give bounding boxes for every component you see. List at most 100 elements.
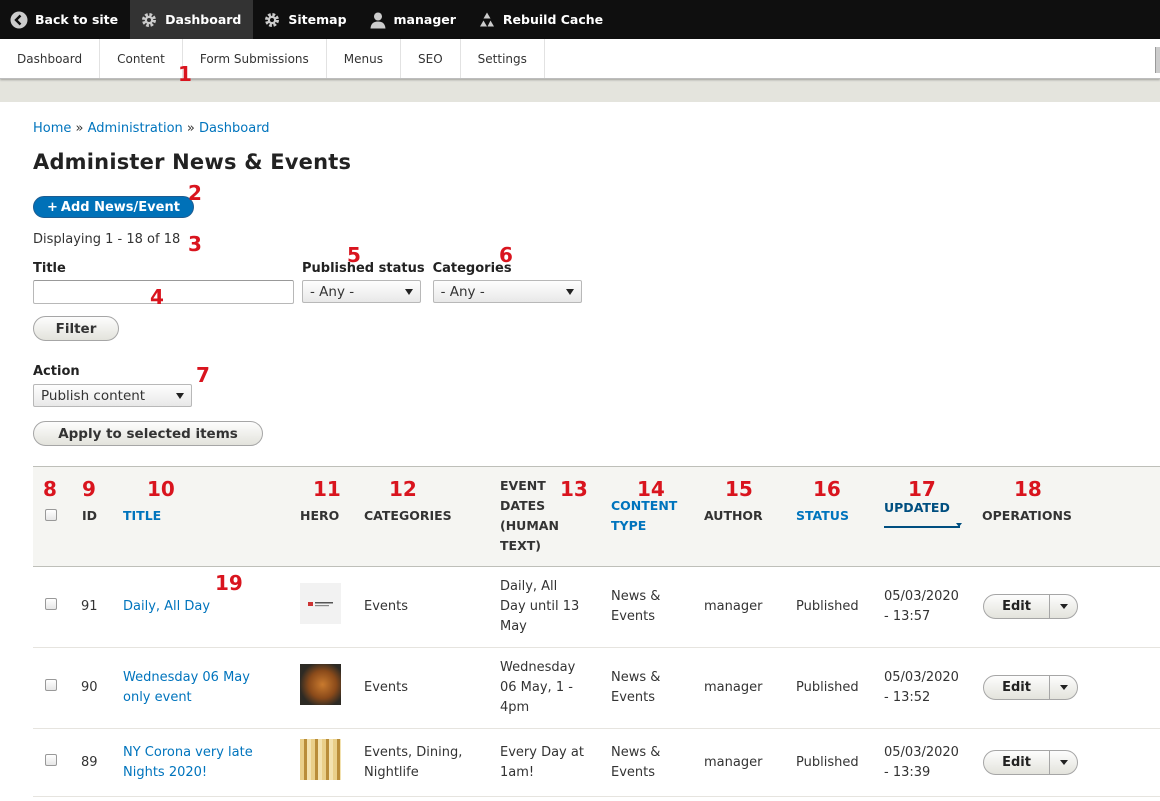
plus-icon: + [47, 199, 58, 215]
published-status-filter: Published status - Any - [302, 261, 425, 304]
row-updated-line: - 13:52 [884, 690, 931, 705]
row-categories: Events [364, 678, 408, 698]
chevron-down-icon [1059, 604, 1068, 609]
tray-item-content[interactable]: Content [100, 39, 183, 78]
content-table: ID TITLE HERO CATEGORIES EVENT DATES (HU… [33, 466, 1160, 797]
row-dates-line: 4pm [500, 700, 530, 715]
hero-image [300, 664, 341, 705]
table-header: ID TITLE HERO CATEGORIES EVENT DATES (HU… [33, 466, 1160, 567]
sort-indicator-icon [884, 523, 962, 528]
tray-item-form-submissions[interactable]: Form Submissions [183, 39, 327, 78]
row-event-dates: Daily, All Day until 13 May [500, 577, 579, 637]
annotation-number: 5 [347, 243, 361, 267]
toolbar-item-label: Back to site [35, 12, 119, 27]
exposed-filters: Title Published status - Any - Categorie… [33, 261, 1127, 304]
row-id: 90 [81, 680, 98, 695]
operations-dropdown-toggle[interactable] [1050, 676, 1077, 699]
filter-button[interactable]: Filter [33, 316, 119, 341]
row-type-line: News & [611, 670, 661, 685]
edit-button[interactable]: Edit [984, 676, 1050, 699]
header-hero: HERO [300, 508, 340, 523]
annotation-number: 2 [188, 181, 202, 205]
header-status[interactable]: STATUS [796, 506, 849, 526]
header-operations: OPERATIONS [982, 508, 1072, 523]
row-categories-line: Events, Dining, [364, 745, 463, 760]
row-type-line: Events [611, 609, 656, 624]
annotation-number: 4 [150, 285, 164, 309]
published-status-value: - Any - [310, 283, 355, 300]
published-status-select[interactable]: - Any - [302, 280, 421, 303]
row-title-line: Daily, All Day [123, 599, 211, 614]
chevron-down-icon [176, 392, 184, 399]
add-news-event-button[interactable]: + Add News/Event [33, 196, 194, 218]
row-id: 91 [81, 599, 98, 614]
row-categories: Events, Dining, Nightlife [364, 743, 462, 783]
operations-dropdown-toggle[interactable] [1050, 595, 1077, 618]
tray-item-seo[interactable]: SEO [401, 39, 461, 78]
row-title-line: Nights 2020! [123, 765, 208, 780]
row-status: Published [796, 680, 859, 695]
gear-icon [263, 11, 281, 29]
row-title[interactable]: Daily, All Day [123, 597, 210, 617]
toolbar-item-label: Rebuild Cache [502, 12, 604, 27]
table-row: 90 Wednesday 06 May only event Events We… [33, 648, 1160, 729]
annotation-number: 17 [908, 477, 936, 501]
row-categories-line: Events [364, 680, 409, 695]
toolbar-rebuild-cache[interactable]: Rebuild Cache [468, 0, 615, 39]
toolbar-tray: Dashboard Content Form Submissions Menus… [0, 39, 1160, 79]
tray-item-menus[interactable]: Menus [327, 39, 401, 78]
header-band [0, 79, 1160, 102]
tray-orientation-toggle[interactable] [1155, 47, 1160, 73]
action-select[interactable]: Publish content [33, 384, 192, 407]
categories-filter: Categories - Any - [432, 261, 582, 304]
edit-button[interactable]: Edit [984, 595, 1050, 618]
row-checkbox[interactable] [45, 754, 57, 766]
row-type-line: News & [611, 745, 661, 760]
edit-button[interactable]: Edit [984, 751, 1050, 774]
chevron-down-icon [1059, 685, 1068, 690]
row-checkbox[interactable] [45, 598, 57, 610]
row-title[interactable]: Wednesday 06 May only event [123, 668, 250, 708]
row-type-line: Events [611, 765, 656, 780]
breadcrumb-dashboard[interactable]: Dashboard [199, 121, 270, 136]
row-updated: 05/03/2020 - 13:39 [884, 743, 959, 783]
breadcrumb-home[interactable]: Home [33, 121, 71, 136]
row-type-line: News & [611, 589, 661, 604]
annotation-number: 10 [147, 477, 175, 501]
header-line: TYPE [611, 518, 647, 533]
header-title[interactable]: TITLE [123, 506, 161, 526]
row-author: manager [704, 755, 763, 770]
categories-value: - Any - [440, 283, 485, 300]
row-updated-line: 05/03/2020 [884, 745, 959, 760]
row-updated-line: - 13:57 [884, 609, 931, 624]
hero-image [300, 583, 341, 624]
toolbar-user[interactable]: manager [359, 0, 468, 39]
toolbar-dashboard[interactable]: Dashboard [130, 0, 254, 39]
operations-dropdown-toggle[interactable] [1050, 751, 1077, 774]
page-title: Administer News & Events [33, 150, 352, 174]
row-title[interactable]: NY Corona very late Nights 2020! [123, 743, 253, 783]
row-updated-line: 05/03/2020 [884, 670, 959, 685]
row-updated: 05/03/2020 - 13:52 [884, 668, 959, 708]
published-status-label: Published status [302, 261, 425, 276]
annotation-number: 12 [389, 477, 417, 501]
row-title-line: NY Corona very late [123, 745, 253, 760]
user-icon [369, 11, 387, 29]
row-dates-line: Day until 13 [500, 599, 580, 614]
breadcrumb-administration[interactable]: Administration [88, 121, 183, 136]
tray-item-dashboard[interactable]: Dashboard [0, 39, 101, 78]
breadcrumb: Home » Administration » Dashboard [33, 121, 1127, 136]
annotation-number: 13 [560, 477, 588, 501]
tray-item-settings[interactable]: Settings [461, 39, 545, 78]
toolbar-sitemap[interactable]: Sitemap [253, 0, 358, 39]
select-all-checkbox[interactable] [45, 509, 57, 521]
row-checkbox[interactable] [45, 679, 57, 691]
apply-selected-button[interactable]: Apply to selected items [33, 421, 263, 446]
row-categories-line: Events [364, 599, 409, 614]
breadcrumb-separator: » [75, 121, 84, 136]
toolbar-back-to-site[interactable]: Back to site [0, 0, 130, 39]
header-updated[interactable]: UPDATED [884, 498, 950, 518]
header-content-type[interactable]: CONTENT TYPE [611, 496, 677, 536]
categories-select[interactable]: - Any - [432, 280, 582, 303]
annotation-number: 16 [813, 477, 841, 501]
